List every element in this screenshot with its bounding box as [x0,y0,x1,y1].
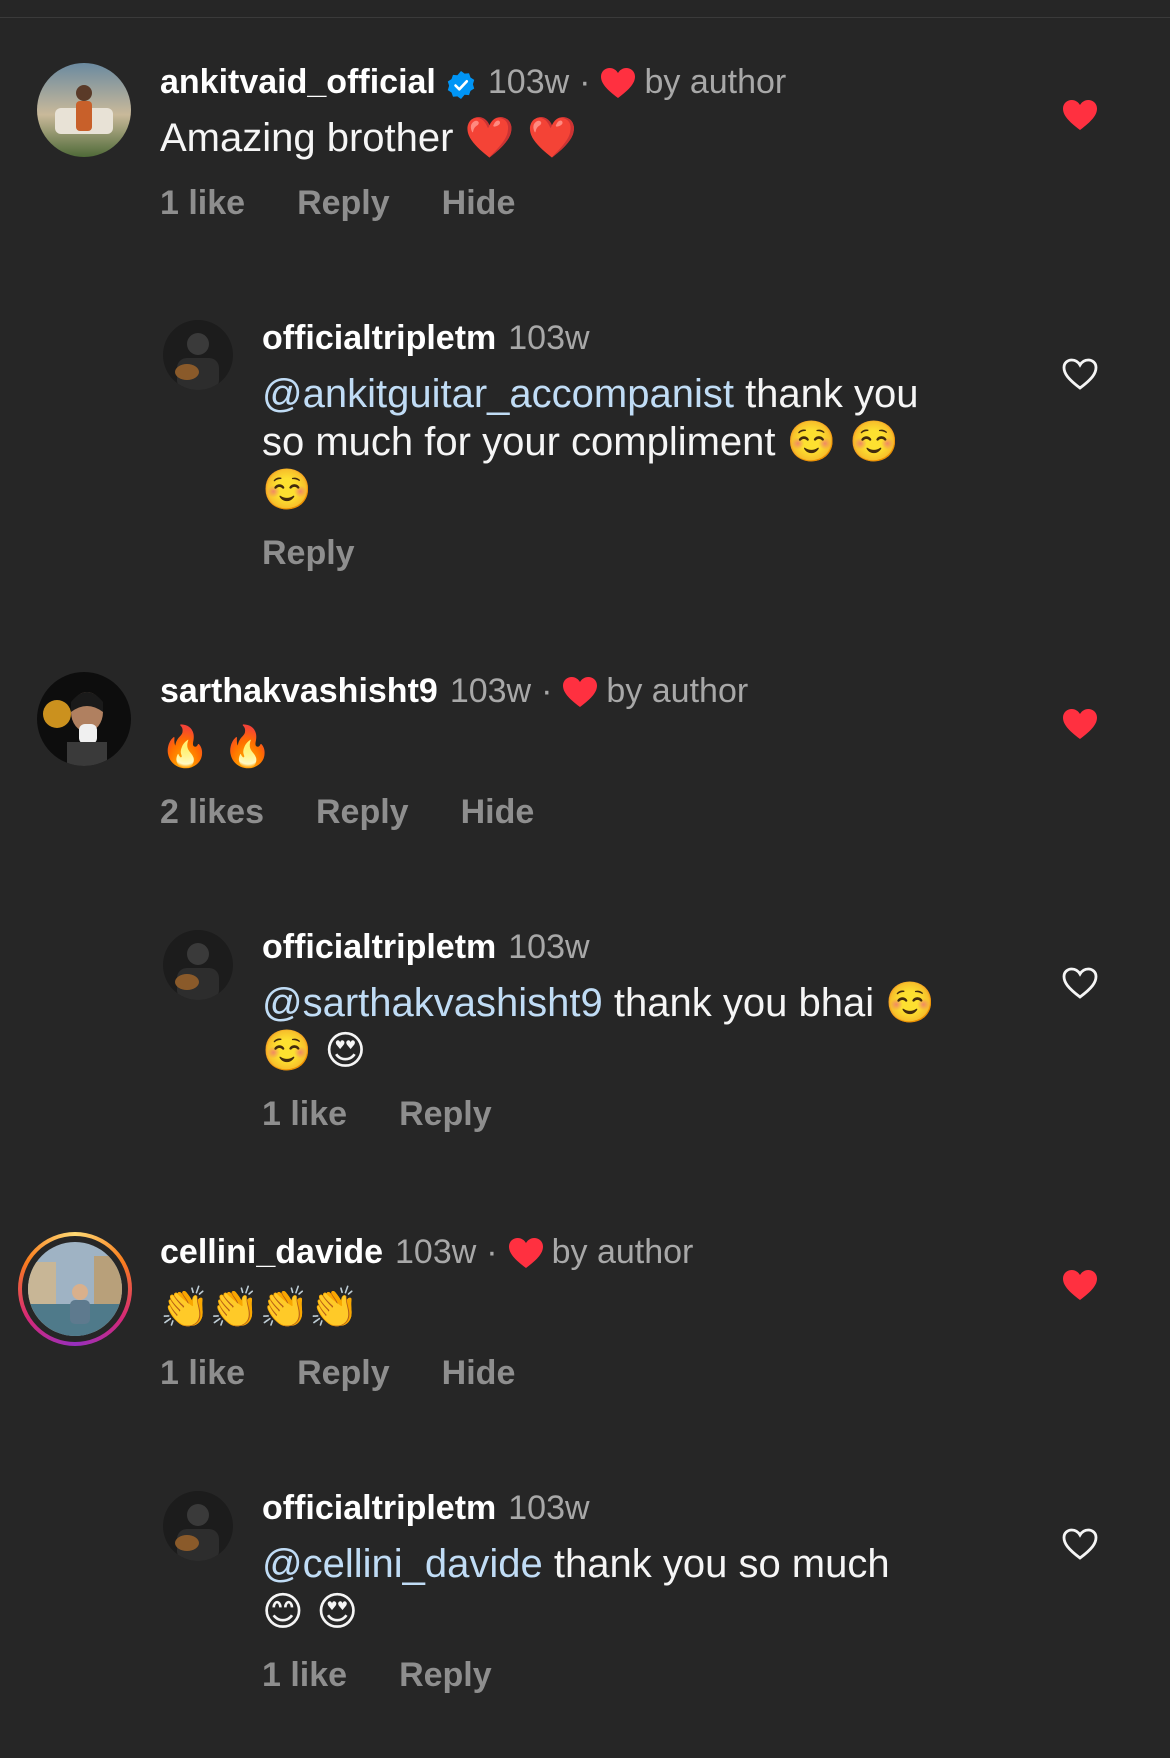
hide-button[interactable]: Hide [442,184,516,223]
reply-emojis: ☺️ 😍 [262,1028,367,1074]
liked-by-author-label: by author [551,1233,694,1271]
mention-link[interactable]: @sarthakvashisht9 [262,981,603,1025]
reply-emojis: 😊 😍 [262,1589,359,1635]
reply-button[interactable]: Reply [399,1095,492,1134]
like-heart-icon[interactable] [1061,1268,1099,1302]
comment-username[interactable]: ankitvaid_official [160,60,436,104]
comment-username[interactable]: cellini_davide [160,1230,383,1274]
separator-dot: · [486,1233,498,1271]
hide-button[interactable]: Hide [442,1354,516,1393]
avatar[interactable] [37,672,131,766]
hide-button[interactable]: Hide [461,793,535,832]
likes-count[interactable]: 1 like [262,1095,347,1134]
liked-by-author-heart-icon [508,1236,544,1268]
reply-button[interactable]: Reply [262,534,355,573]
avatar[interactable] [37,63,131,157]
comment-emojis: 🔥 🔥 [160,724,273,770]
likes-count[interactable]: 1 like [262,1656,347,1695]
likes-count[interactable]: 2 likes [160,793,264,832]
comment-text: 👏👏👏👏 [160,1284,693,1332]
reply-time: 103w [508,1489,590,1527]
comment-time: 103w [395,1233,477,1271]
reply-username[interactable]: officialtripletm [262,316,496,360]
separator-dot: · [579,63,591,101]
comment-time: 103w [449,672,532,710]
avatar[interactable] [163,320,233,390]
like-heart-outline-icon[interactable] [1061,966,1099,1000]
verified-badge-icon [446,67,476,99]
top-divider [0,17,1170,18]
comment-emojis: 👏👏👏👏 [160,1285,360,1331]
like-heart-outline-icon[interactable] [1061,1527,1099,1561]
liked-by-author-heart-icon [562,675,598,707]
comment-time: 103w [487,63,570,101]
liked-by-author-label: by author [606,672,749,710]
reply-time: 103w [508,928,590,966]
mention-link[interactable]: @ankitguitar_accompanist [262,372,734,416]
reply-username[interactable]: officialtripletm [262,1486,496,1530]
reply-text: @ankitguitar_accompanist thank you so mu… [262,372,919,513]
reply-time: 103w [508,319,590,357]
like-heart-icon[interactable] [1061,707,1099,741]
liked-by-author-heart-icon [600,66,636,98]
comment-text: 🔥 🔥 [160,723,748,771]
reply-text: @sarthakvashisht9 thank you bhai ☺️ ☺️ 😍 [262,980,936,1074]
reply-emojis: ☺️ [262,467,312,513]
comment-username[interactable]: sarthakvashisht9 [160,669,438,713]
reply-emojis: ☺️ ☺️ [786,419,899,465]
reply-button[interactable]: Reply [297,184,390,223]
mention-link[interactable]: @cellini_davide [262,1542,543,1586]
likes-count[interactable]: 1 like [160,184,245,223]
like-heart-outline-icon[interactable] [1061,357,1099,391]
reply-button[interactable]: Reply [316,793,409,832]
separator-dot: · [541,672,553,710]
reply-username[interactable]: officialtripletm [262,925,496,969]
reply-button[interactable]: Reply [297,1354,390,1393]
comment-text: Amazing brother ❤️ ❤️ [160,115,577,161]
liked-by-author-label: by author [644,63,787,101]
avatar[interactable] [163,1491,233,1561]
reply-button[interactable]: Reply [399,1656,492,1695]
like-heart-icon[interactable] [1061,98,1099,132]
likes-count[interactable]: 1 like [160,1354,245,1393]
comment-emojis: ❤️ ❤️ [464,115,577,161]
reply-text: @cellini_davide thank you so much 😊 😍 [262,1542,890,1635]
avatar-story-ring[interactable] [18,1232,132,1346]
reply-emojis: ☺️ [885,980,936,1026]
avatar[interactable] [163,930,233,1000]
